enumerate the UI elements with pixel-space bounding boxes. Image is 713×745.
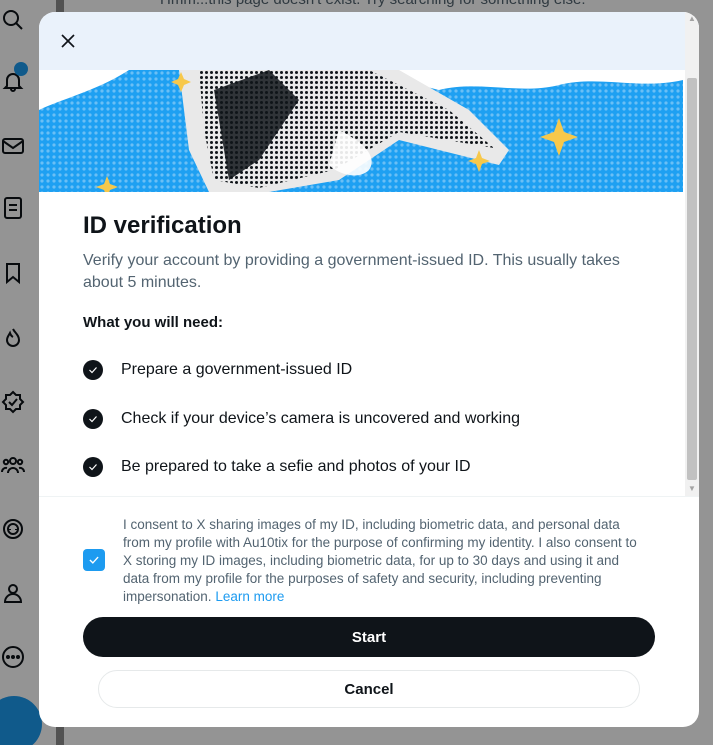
dialog-scrollbar[interactable]: ▲ ▼ — [685, 12, 699, 496]
hero-illustration — [39, 70, 683, 192]
scroll-thumb[interactable] — [687, 78, 697, 480]
requirement-label: Check if your device’s camera is uncover… — [121, 410, 521, 427]
scroll-down-arrow-icon[interactable]: ▼ — [685, 482, 699, 496]
requirement-item: Check if your device’s camera is uncover… — [83, 409, 520, 429]
consent-text: I consent to X sharing images of my ID, … — [123, 516, 643, 606]
dialog-title: ID verification — [83, 212, 242, 239]
scroll-up-arrow-icon[interactable]: ▲ — [685, 12, 699, 26]
requirement-item: Be prepared to take a sefie and photos o… — [83, 457, 471, 477]
cancel-button[interactable]: Cancel — [98, 670, 640, 708]
footer-divider — [39, 496, 699, 497]
close-icon — [61, 34, 75, 48]
consent-body: I consent to X sharing images of my ID, … — [123, 517, 637, 604]
requirement-label: Prepare a government-issued ID — [121, 361, 353, 378]
learn-more-link[interactable]: Learn more — [215, 589, 284, 604]
requirement-item: Prepare a government-issued ID — [83, 360, 352, 380]
dialog-description: Verify your account by providing a gover… — [83, 252, 620, 291]
start-button[interactable]: Start — [83, 617, 655, 657]
check-circle-icon — [83, 457, 103, 477]
consent-checkbox[interactable] — [83, 549, 105, 571]
close-button[interactable] — [53, 26, 83, 56]
requirements-heading: What you will need: — [83, 314, 224, 331]
dialog-header — [39, 12, 699, 70]
check-circle-icon — [83, 409, 103, 429]
check-circle-icon — [83, 360, 103, 380]
requirement-label: Be prepared to take a sefie and photos o… — [121, 458, 471, 475]
checkmark-icon — [89, 556, 99, 564]
id-verification-dialog: ▲ ▼ ID verification Verify your account … — [39, 12, 699, 727]
